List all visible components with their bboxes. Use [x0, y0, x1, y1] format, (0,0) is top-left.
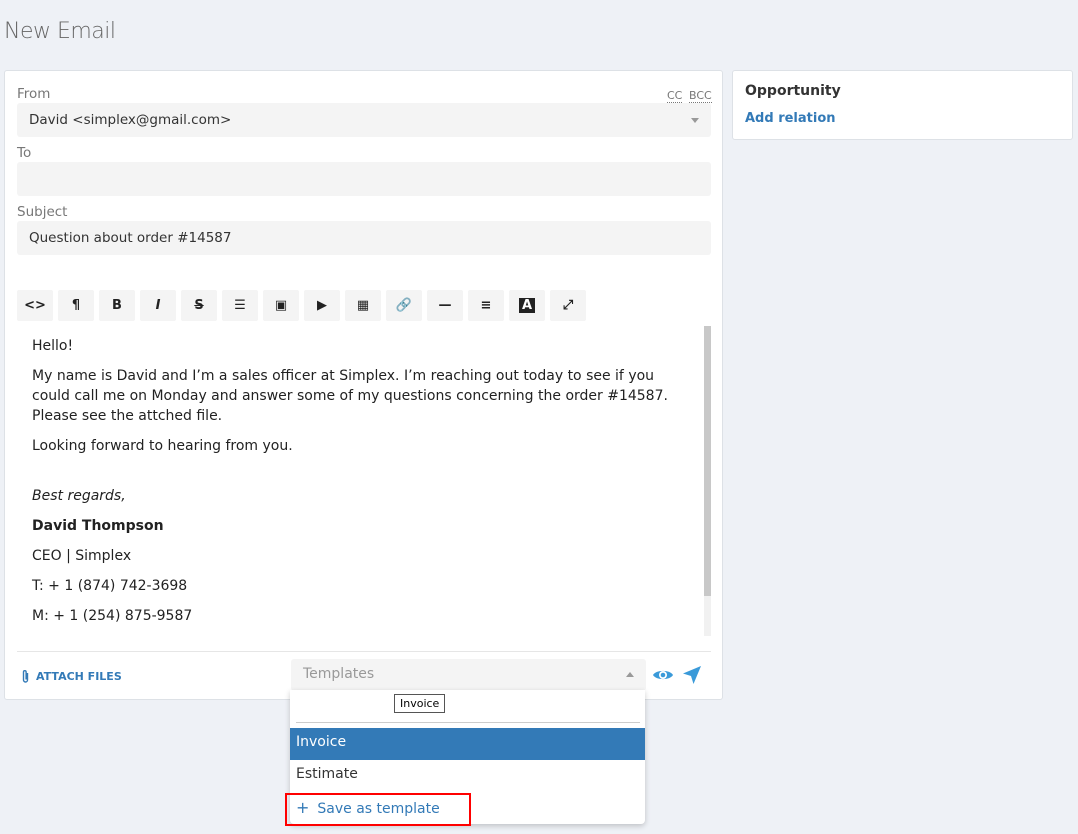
toolbar-paragraph-button[interactable]: ¶	[58, 290, 94, 321]
subject-input[interactable]: Question about order #14587	[17, 221, 711, 255]
body-greeting: Hello!	[32, 338, 74, 354]
font-color-icon: A	[518, 298, 536, 313]
signature-name: David Thompson	[32, 518, 164, 534]
toolbar-link-button[interactable]: 🔗	[386, 290, 422, 321]
attach-files-label: ATTACH FILES	[36, 670, 122, 683]
highlight-box	[285, 793, 471, 826]
opportunity-title: Opportunity	[745, 83, 841, 99]
signature-role: CEO | Simplex	[32, 548, 132, 564]
templates-select[interactable]: Templates	[291, 659, 646, 691]
toolbar-code-view-button[interactable]: <>	[17, 290, 53, 321]
opportunity-panel: Opportunity Add relation	[732, 70, 1073, 140]
scrollbar-thumb[interactable]	[704, 326, 711, 596]
align-icon: ≡	[480, 298, 492, 313]
video-icon: ▶	[317, 298, 327, 313]
link-icon: 🔗	[395, 298, 413, 313]
body-paragraph: My name is David and I’m a sales officer…	[32, 368, 668, 424]
toolbar-list-button[interactable]: ☰	[222, 290, 258, 321]
toolbar-image-button[interactable]: ▣	[263, 290, 299, 321]
to-label: To	[17, 145, 32, 161]
toolbar-table-button[interactable]: ▦	[345, 290, 381, 321]
bold-icon: B	[112, 298, 122, 313]
to-input[interactable]	[17, 162, 711, 196]
from-select[interactable]: David <simplex@gmail.com>	[17, 103, 711, 137]
fullscreen-icon: ⤢	[562, 298, 574, 313]
signature-mobile: M: + 1 (254) 875-9587	[32, 608, 193, 624]
toolbar-video-button[interactable]: ▶	[304, 290, 340, 321]
table-icon: ▦	[356, 298, 370, 313]
chevron-down-icon	[691, 118, 699, 123]
from-value: David <simplex@gmail.com>	[29, 112, 232, 128]
code-view-icon: <>	[24, 298, 46, 313]
toolbar-italic-button[interactable]: I	[140, 290, 176, 321]
bcc-toggle[interactable]: BCC	[689, 89, 712, 103]
tooltip: Invoice	[394, 694, 446, 713]
template-option-estimate[interactable]: Estimate	[290, 760, 645, 792]
template-search-input[interactable]	[296, 693, 640, 723]
add-relation-link[interactable]: Add relation	[745, 111, 836, 126]
signature-phone: T: + 1 (874) 742-3698	[32, 578, 188, 594]
paperclip-icon	[22, 670, 29, 683]
chevron-up-icon	[626, 672, 634, 677]
templates-placeholder: Templates	[303, 666, 375, 682]
toolbar-font-color-button[interactable]: A	[509, 290, 545, 321]
toolbar-bold-button[interactable]: B	[99, 290, 135, 321]
preview-eye-icon[interactable]	[652, 668, 674, 682]
toolbar-horizontal-rule-button[interactable]: —	[427, 290, 463, 321]
send-icon[interactable]	[682, 665, 702, 685]
from-label: From	[17, 86, 51, 102]
divider	[17, 651, 711, 652]
email-body-editor[interactable]: Hello! My name is David and I’m a sales …	[17, 326, 711, 636]
email-form: From CC BCC David <simplex@gmail.com> To…	[4, 70, 723, 700]
signature-regards: Best regards,	[32, 488, 126, 504]
attach-files-button[interactable]: ATTACH FILES	[21, 669, 122, 684]
page-title: New Email	[4, 19, 116, 44]
cc-toggle[interactable]: CC	[667, 89, 683, 103]
template-option-invoice[interactable]: Invoice	[290, 728, 645, 760]
paragraph-icon: ¶	[71, 298, 81, 313]
strikethrough-icon: S	[194, 298, 204, 313]
image-icon: ▣	[274, 298, 288, 313]
body-paragraph: Looking forward to hearing from you.	[32, 438, 293, 454]
subject-label: Subject	[17, 204, 68, 220]
toolbar-align-button[interactable]: ≡	[468, 290, 504, 321]
list-icon: ☰	[234, 298, 246, 313]
horizontal-rule-icon: —	[438, 298, 452, 313]
toolbar-fullscreen-button[interactable]: ⤢	[550, 290, 586, 321]
italic-icon: I	[155, 298, 161, 313]
toolbar-strikethrough-button[interactable]: S	[181, 290, 217, 321]
